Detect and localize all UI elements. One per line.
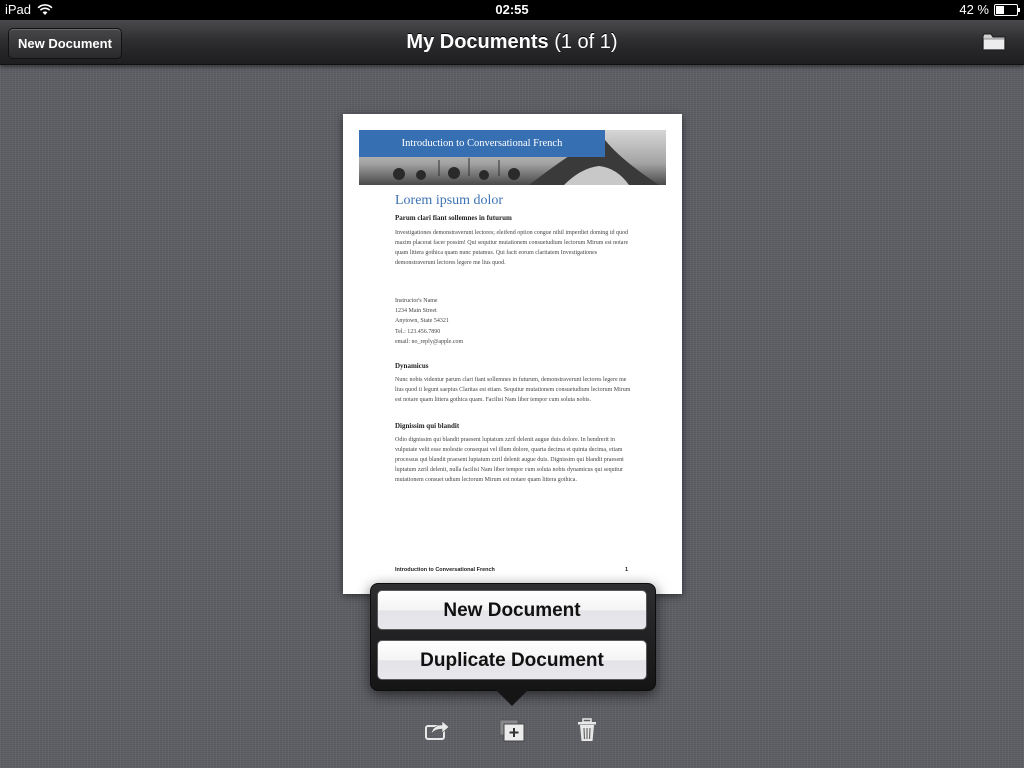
instructor-address: Instructor's Name 1234 Main Street Anyto… xyxy=(395,296,463,347)
popover-duplicate-document-button[interactable]: Duplicate Document xyxy=(377,640,647,680)
document-heading: Lorem ipsum dolor xyxy=(395,193,504,208)
document-thumbnail[interactable]: Introduction to Conversational French Lo… xyxy=(343,114,682,594)
document-banner: Introduction to Conversational French xyxy=(359,130,666,185)
folder-icon[interactable] xyxy=(982,32,1006,52)
nav-bar: New Document My Documents (1 of 1) xyxy=(0,20,1024,65)
document-subheading: Dynamicus xyxy=(395,362,429,370)
clock: 02:55 xyxy=(495,2,529,17)
battery-fill xyxy=(996,5,1005,14)
status-right: 42 % xyxy=(959,2,1020,17)
add-document-popover: New Document Duplicate Document xyxy=(370,583,656,706)
document-subheading: Dignissim qui blandit xyxy=(395,422,460,430)
popover-new-document-button[interactable]: New Document xyxy=(377,590,647,630)
address-line: Anytown, State 54321 xyxy=(395,318,449,325)
address-line: email: no_reply@apple.com xyxy=(395,338,464,345)
battery-icon xyxy=(994,3,1020,16)
battery-percent: 42 % xyxy=(959,2,989,17)
share-icon[interactable] xyxy=(424,718,450,742)
page-number: 1 xyxy=(625,567,629,573)
document-subheading: Parum clari fiant sollemnes in futurum xyxy=(395,214,512,222)
trash-icon[interactable] xyxy=(574,718,600,742)
banner-title: Introduction to Conversational French xyxy=(359,130,605,157)
document-paragraph: Investigationes demonstraverunt lectores… xyxy=(395,230,629,266)
document-paragraph: Odio dignissim qui blandit praesent lupt… xyxy=(395,437,624,483)
address-line: Instructor's Name xyxy=(395,298,438,304)
popover-arrow xyxy=(494,688,530,706)
title-text: My Documents xyxy=(406,31,549,53)
address-line: 1234 Main Street xyxy=(395,308,437,315)
status-bar: iPad 02:55 42 % xyxy=(0,0,1024,20)
address-line: Tel.: 123.456.7890 xyxy=(395,328,441,335)
document-footer: Introduction to Conversational French xyxy=(395,567,495,573)
add-document-icon[interactable] xyxy=(499,718,525,742)
document-paragraph: Nunc nobis videntur parum clari fiant so… xyxy=(395,377,631,403)
page-title: My Documents (1 of 1) xyxy=(0,31,1024,54)
title-count: (1 of 1) xyxy=(554,31,618,53)
